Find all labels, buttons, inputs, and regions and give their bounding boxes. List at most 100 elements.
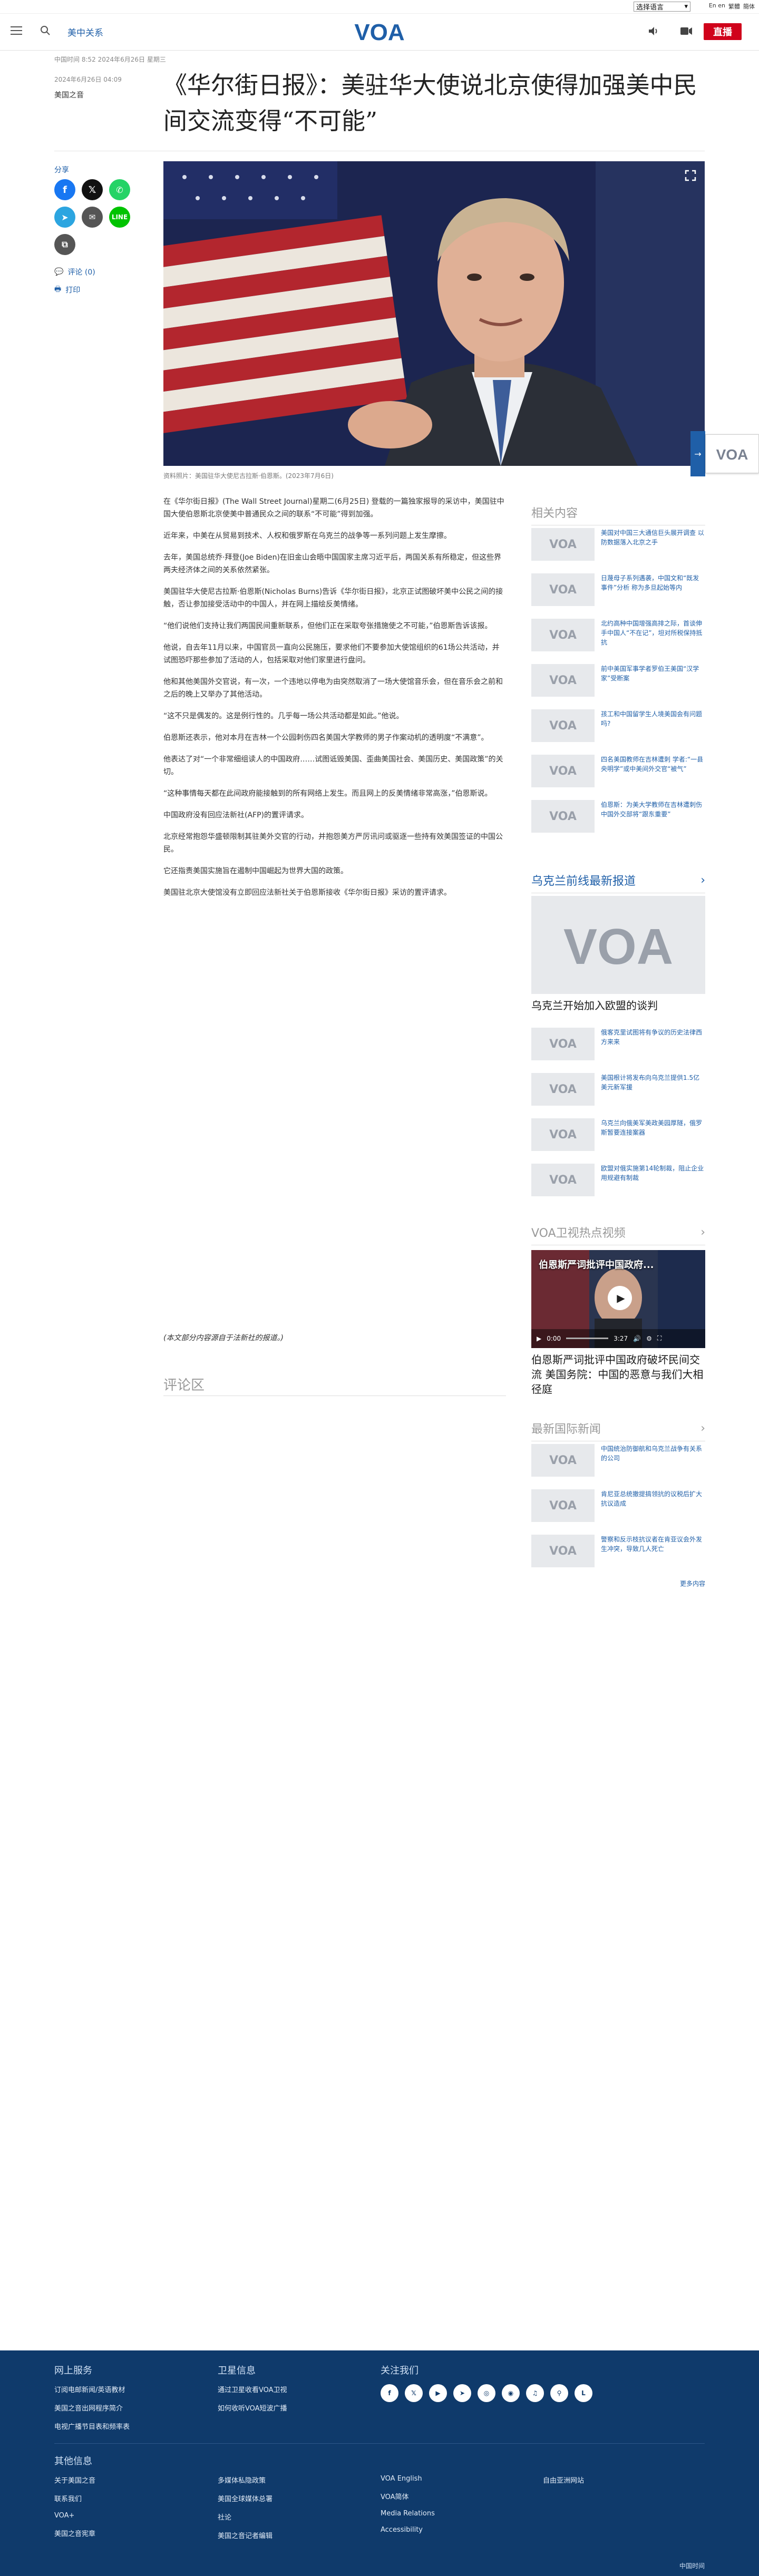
- intl-heading[interactable]: 最新国际新闻 ›: [531, 1420, 705, 1441]
- voa-logo[interactable]: VOA: [352, 18, 407, 45]
- list-item-title: 警察和反示枝抗议者在肯亚议会外发生冲突，导致几人死亡: [601, 1536, 703, 1553]
- search-icon[interactable]: [40, 25, 51, 36]
- lang-link-simplified[interactable]: 簡体: [743, 2, 755, 11]
- line-share-button[interactable]: LINE: [109, 207, 130, 228]
- list-item[interactable]: VOA 北约高种中国增强高排之际，首谈伸手中国人“不在记”，坦对所税保持抵抗: [531, 619, 705, 651]
- featured-thumbnail[interactable]: VOA: [531, 896, 705, 994]
- footer-link[interactable]: 电视广播节目表和频率表: [54, 2421, 130, 2431]
- list-item-title: 日蔑母子系列遇袭，中国文和“既发事件”分析 称为多旦起始等内: [601, 574, 699, 591]
- footer-link[interactable]: Accessibility: [381, 2526, 435, 2534]
- link-icon[interactable]: ⚲: [550, 2384, 568, 2402]
- footer-link[interactable]: VOA+: [54, 2512, 95, 2520]
- telegram-share-button[interactable]: ➤: [54, 207, 75, 228]
- list-item[interactable]: VOA 肯尼亚总统撤提搞领抗的议税后扩大抗议造成: [531, 1489, 705, 1522]
- fullscreen-icon[interactable]: [685, 170, 696, 181]
- email-share-button[interactable]: ✉: [82, 207, 103, 228]
- social-links: f 𝕏 ▶ ➤ ◎ ◉ ♫ ⚲ L: [381, 2384, 592, 2402]
- list-item[interactable]: VOA 中国统治防御航和乌克兰战争有关系的公司: [531, 1444, 705, 1477]
- volume-icon[interactable]: 🔊: [633, 1335, 641, 1342]
- fullscreen-icon[interactable]: ⛶: [657, 1334, 661, 1342]
- footer-link[interactable]: 美国全球媒体总署: [218, 2493, 273, 2503]
- progress-bar[interactable]: [566, 1338, 609, 1339]
- footer-link[interactable]: 多媒体私隐政策: [218, 2475, 273, 2485]
- lang-link-en[interactable]: En en: [709, 2, 725, 11]
- voa-thumbnail: VOA: [531, 664, 595, 697]
- paragraph: 伯恩斯还表示，他对本月在吉林一个公园刺伤四名美国大学教师的男子作案动机的透明度“…: [163, 734, 489, 742]
- list-item-title: 孩工和中国留学生人境美国会有问题吗?: [601, 710, 703, 727]
- facebook-icon[interactable]: f: [381, 2384, 398, 2402]
- footer-link[interactable]: 通过卫星收看VOA卫视: [218, 2384, 287, 2394]
- more-link[interactable]: 更多内容: [680, 1579, 705, 1588]
- footer-link[interactable]: 自由亚洲网站: [543, 2475, 584, 2485]
- settings-icon[interactable]: ⚙: [646, 1335, 652, 1342]
- footer-link[interactable]: VOA English: [381, 2475, 435, 2483]
- ukraine-heading-label: 乌克兰前线最新报道: [531, 875, 636, 888]
- list-item[interactable]: VOA 警察和反示枝抗议者在肯亚议会外发生冲突，导致几人死亡: [531, 1535, 705, 1567]
- rss-icon[interactable]: ◉: [502, 2384, 520, 2402]
- voa-thumbnail: VOA: [531, 1073, 595, 1106]
- voa-thumbnail: VOA: [531, 619, 595, 651]
- list-item[interactable]: VOA 乌克兰向俄美军美政美园厚隧，俄罗斯暂要连接案器: [531, 1118, 705, 1151]
- list-item[interactable]: VOA 日蔑母子系列遇袭，中国文和“既发事件”分析 称为多旦起始等内: [531, 573, 705, 606]
- youtube-icon[interactable]: ▶: [429, 2384, 447, 2402]
- line-icon[interactable]: L: [575, 2384, 592, 2402]
- copy-link-button[interactable]: ⧉: [54, 234, 75, 255]
- list-item-title: 北约高种中国增强高排之际，首谈伸手中国人“不在记”，坦对所税保持抵抗: [601, 620, 703, 646]
- hero-image: [163, 161, 705, 466]
- footer-link[interactable]: Media Relations: [381, 2510, 435, 2518]
- list-item[interactable]: VOA 俄客克里试图将有争议的历史法律西方来来: [531, 1028, 705, 1060]
- podcast-icon[interactable]: ♫: [526, 2384, 544, 2402]
- footer-satellite: 卫星信息 通过卫星收看VOA卫视 如何收听VOA短波广播: [218, 2363, 287, 2421]
- play-small-icon[interactable]: ▶: [537, 1335, 541, 1342]
- facebook-share-button[interactable]: f: [54, 179, 75, 200]
- featured-title[interactable]: 乌克兰开始加入欧盟的谈判: [531, 998, 658, 1013]
- menu-icon[interactable]: [11, 26, 22, 36]
- footer-link[interactable]: 美国之音宪章: [54, 2528, 95, 2538]
- audio-icon[interactable]: [647, 25, 659, 37]
- ukraine-heading[interactable]: 乌克兰前线最新报道 ›: [531, 872, 705, 893]
- whatsapp-icon: ✆: [116, 184, 123, 195]
- list-item[interactable]: VOA 美国对中国三大通信巨头展开调查 以防数据落入北京之手: [531, 528, 705, 561]
- whatsapp-share-button[interactable]: ✆: [109, 179, 130, 200]
- video-player[interactable]: 伯恩斯严词批评中国政府... ▶ ▶ 0:00 3:27 🔊 ⚙ ⛶: [531, 1250, 705, 1348]
- footer-link[interactable]: 美国之音出网程序简介: [54, 2403, 130, 2413]
- list-item[interactable]: VOA 伯恩斯：为美大学教师在吉林遭刺伤中国外交部将“跟东重要”: [531, 800, 705, 833]
- comments-link[interactable]: 💬 评论 (0): [54, 267, 95, 277]
- voa-thumbnail: VOA: [531, 709, 595, 742]
- list-item[interactable]: VOA 美国根计将发布向乌克兰提供1.5亿美元新军援: [531, 1073, 705, 1106]
- footer-link[interactable]: 社论: [218, 2512, 273, 2522]
- arrow-right-icon: →: [690, 431, 705, 476]
- video-block: 伯恩斯严词批评中国政府... ▶ ▶ 0:00 3:27 🔊 ⚙ ⛶ 伯恩斯严词…: [531, 1250, 705, 1403]
- footer-link[interactable]: 美国之音记者编辑: [218, 2530, 273, 2540]
- x-icon[interactable]: 𝕏: [405, 2384, 423, 2402]
- list-item[interactable]: VOA 四名美国教师在吉林遭刺 学者:“一县央明学”或中美间外交官“被气”: [531, 755, 705, 787]
- author[interactable]: 美国之音: [54, 90, 84, 100]
- list-item[interactable]: VOA 孩工和中国留学生人境美国会有问题吗?: [531, 709, 705, 742]
- paragraph: 近年来，中美在从贸易到技术、人权和俄罗斯在乌克兰的战争等一系列问题上发生摩擦。: [163, 532, 451, 540]
- floating-live-tab[interactable]: → VOA: [690, 431, 759, 476]
- footer-link[interactable]: 关于美国之音: [54, 2475, 95, 2485]
- print-link[interactable]: 🖶 打印: [54, 284, 80, 296]
- video-heading[interactable]: VOA卫视热点视频 ›: [531, 1224, 705, 1245]
- paragraph: 北京经常抱怨华盛顿限制其驻美外交官的行动，并抱怨美方严厉讯问或驱逐一些持有效美国…: [163, 833, 503, 854]
- voa-thumbnail: VOA: [531, 800, 595, 833]
- video-title[interactable]: 伯恩斯严词批评中国政府破坏民间交流 美国务院：中国的恶意与我们大相径庭: [531, 1352, 705, 1397]
- list-item[interactable]: VOA 欧盟对俄实施第14轮制裁，阻止企业用规避有制裁: [531, 1164, 705, 1196]
- language-select[interactable]: 选择语言 ▾: [634, 2, 690, 12]
- chevron-right-icon: ›: [700, 1421, 705, 1435]
- paragraph: 去年，美国总统乔·拜登(Joe Biden)在旧金山会晤中国国家主席习近平后，两…: [163, 553, 501, 574]
- x-share-button[interactable]: 𝕏: [82, 179, 103, 200]
- live-button[interactable]: 直播: [704, 23, 742, 40]
- section-link[interactable]: 美中关系: [67, 25, 103, 38]
- play-button[interactable]: ▶: [608, 1286, 632, 1310]
- footer-link[interactable]: 如何收听VOA短波广播: [218, 2403, 287, 2413]
- footer-link[interactable]: 联系我们: [54, 2493, 95, 2503]
- list-item[interactable]: VOA 前中美国军事学者罗伯王美国“汉学家”受断案: [531, 664, 705, 697]
- footer-link[interactable]: 订阅电邮新闻/英语教材: [54, 2384, 130, 2394]
- telegram-icon[interactable]: ➤: [453, 2384, 471, 2402]
- footer-link[interactable]: VOA简体: [381, 2491, 435, 2501]
- instagram-icon[interactable]: ◎: [478, 2384, 495, 2402]
- paragraph: 他表达了对“一个非常细组读人的中国政府……试图诋毁美国、歪曲美国社会、美国历史、…: [163, 755, 503, 776]
- lang-link-traditional[interactable]: 繁體: [728, 2, 740, 11]
- video-icon[interactable]: [680, 26, 693, 36]
